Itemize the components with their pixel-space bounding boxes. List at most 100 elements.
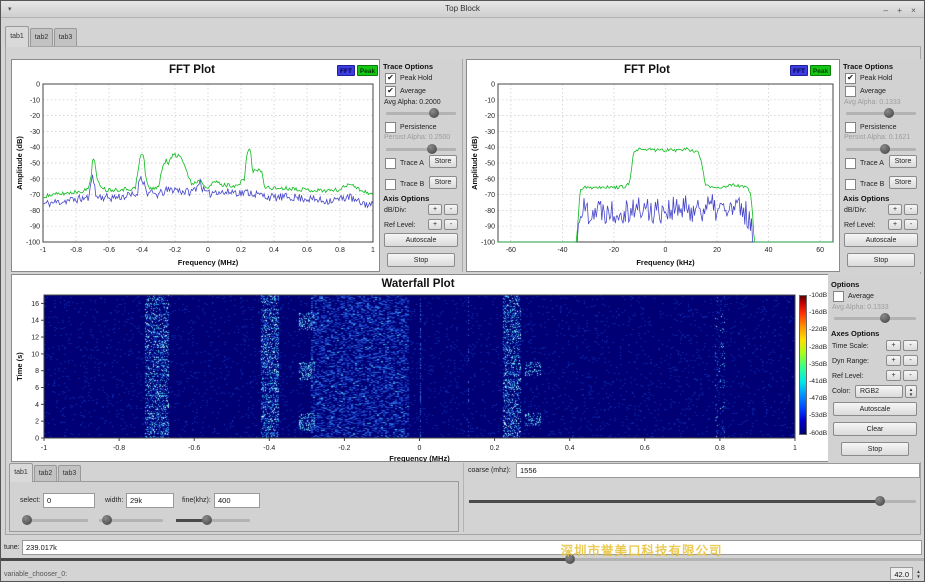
stop-button[interactable]: Stop xyxy=(847,253,915,267)
trace-b-store-button[interactable]: Store xyxy=(889,176,917,189)
svg-text:0.8: 0.8 xyxy=(335,247,345,254)
maximize-button[interactable]: + xyxy=(897,5,902,15)
trace-a-row: Trace A xyxy=(385,158,424,169)
db-div-label: dB/Div: xyxy=(384,207,407,214)
svg-text:14: 14 xyxy=(31,318,39,325)
ref-level-minus-button[interactable]: - xyxy=(903,370,918,381)
svg-text:0.2: 0.2 xyxy=(490,445,500,452)
tab-tab3[interactable]: tab3 xyxy=(54,28,77,47)
svg-text:-30: -30 xyxy=(30,129,40,136)
spin-down-icon[interactable]: ▼ xyxy=(909,392,913,397)
persist-alpha-slider[interactable] xyxy=(846,144,916,154)
average-row: Average xyxy=(833,291,874,302)
ref-level-minus-button[interactable]: - xyxy=(444,219,458,230)
peak-hold-checkbox[interactable]: ✔ xyxy=(385,73,396,84)
splitter-divider[interactable] xyxy=(463,463,464,532)
average-checkbox[interactable] xyxy=(845,86,856,97)
avg-alpha-slider[interactable] xyxy=(846,108,916,118)
coarse-input[interactable]: 1556 xyxy=(516,463,920,478)
db-div-minus-button[interactable]: - xyxy=(904,204,918,215)
window-menu-icon[interactable]: ▾ xyxy=(8,1,12,18)
svg-text:-20: -20 xyxy=(30,113,40,120)
autoscale-button[interactable]: Autoscale xyxy=(844,233,918,247)
average-checkbox[interactable]: ✔ xyxy=(385,86,396,97)
peak-trace-toggle[interactable]: Peak xyxy=(810,65,831,76)
stop-button[interactable]: Stop xyxy=(387,253,455,267)
persistence-checkbox[interactable] xyxy=(385,122,396,133)
ref-level-plus-button[interactable]: + xyxy=(428,219,442,230)
fine-input[interactable]: 400 xyxy=(214,493,260,508)
variable-chooser-spinbox[interactable]: 42.0 xyxy=(890,567,913,580)
bottom-tab-tab3[interactable]: tab3 xyxy=(58,465,81,482)
db-div-minus-button[interactable]: - xyxy=(444,204,458,215)
db-div-plus-button[interactable]: + xyxy=(428,204,442,215)
color-dropdown[interactable]: RGB2 xyxy=(855,385,903,398)
ref-level-minus-button[interactable]: - xyxy=(904,219,918,230)
dyn-range-minus-button[interactable]: - xyxy=(903,355,918,366)
stop-button[interactable]: Stop xyxy=(841,442,909,456)
minimize-button[interactable]: – xyxy=(883,5,888,15)
persistence-checkbox[interactable] xyxy=(845,122,856,133)
color-spinner[interactable]: ▲ ▼ xyxy=(905,385,917,398)
colorbar xyxy=(799,295,807,435)
average-checkbox[interactable] xyxy=(833,291,844,302)
persist-alpha-slider[interactable] xyxy=(386,144,456,154)
axes-options-header: Axes Options xyxy=(831,329,879,338)
db-div-plus-button[interactable]: + xyxy=(888,204,902,215)
fine-slider[interactable] xyxy=(176,515,250,525)
peak-hold-checkbox[interactable]: ✔ xyxy=(845,73,856,84)
color-label: Color: xyxy=(832,388,851,395)
clear-button[interactable]: Clear xyxy=(833,422,917,436)
trace-b-store-button[interactable]: Store xyxy=(429,176,457,189)
select-slider[interactable] xyxy=(24,515,88,525)
axis-options-header: Axis Options xyxy=(383,194,429,203)
svg-text:1: 1 xyxy=(371,247,375,254)
average-label: Average xyxy=(848,293,874,300)
trace-b-checkbox[interactable] xyxy=(845,179,856,190)
tab-tab2[interactable]: tab2 xyxy=(30,28,53,47)
tune-input[interactable]: 239.017k xyxy=(22,540,922,555)
avg-alpha-label: Avg Alpha: 0.2000 xyxy=(384,99,441,106)
bottom-tab-tab1[interactable]: tab1 xyxy=(9,463,33,482)
fft-trace-toggle[interactable]: FFT xyxy=(337,65,355,76)
tune-slider[interactable] xyxy=(1,554,925,564)
autoscale-button[interactable]: Autoscale xyxy=(384,233,458,247)
avg-alpha-slider[interactable] xyxy=(834,313,916,323)
time-scale-plus-button[interactable]: + xyxy=(886,340,901,351)
svg-text:-70: -70 xyxy=(485,192,495,199)
svg-text:-40: -40 xyxy=(30,145,40,152)
select-input[interactable]: 0 xyxy=(43,493,95,508)
colorbar-label: -60dB xyxy=(809,430,827,437)
close-button[interactable]: × xyxy=(911,5,916,15)
avg-alpha-slider[interactable] xyxy=(386,108,456,118)
peak-trace-toggle[interactable]: Peak xyxy=(357,65,378,76)
fft-trace-toggle[interactable]: FFT xyxy=(790,65,808,76)
svg-text:0: 0 xyxy=(664,247,668,254)
svg-text:0.6: 0.6 xyxy=(640,445,650,452)
spin-down-icon[interactable]: ▼ xyxy=(916,574,920,579)
ref-level-plus-button[interactable]: + xyxy=(886,370,901,381)
tab-tab1[interactable]: tab1 xyxy=(5,26,29,47)
width-input[interactable]: 29k xyxy=(126,493,174,508)
dyn-range-plus-button[interactable]: + xyxy=(886,355,901,366)
autoscale-button[interactable]: Autoscale xyxy=(833,402,917,416)
fft-plot-left: FFT Plot FFT Peak -1-0.8-0.6-0.4-0.200.2… xyxy=(11,59,380,272)
waterfall-title: Waterfall Plot xyxy=(23,278,813,290)
peak-hold-label: Peak Hold xyxy=(400,75,432,82)
trace-a-store-button[interactable]: Store xyxy=(889,155,917,168)
tune-label: tune: xyxy=(4,544,20,551)
time-scale-minus-button[interactable]: - xyxy=(903,340,918,351)
trace-b-checkbox[interactable] xyxy=(385,179,396,190)
variable-chooser-spinner[interactable]: ▲ ▼ xyxy=(914,567,923,580)
trace-a-checkbox[interactable] xyxy=(385,158,396,169)
ref-level-label: Ref Level: xyxy=(384,222,416,229)
trace-a-checkbox[interactable] xyxy=(845,158,856,169)
bottom-tab-tab2[interactable]: tab2 xyxy=(34,465,57,482)
coarse-slider[interactable] xyxy=(469,496,916,506)
width-slider[interactable] xyxy=(99,515,163,525)
peak-hold-label: Peak Hold xyxy=(860,75,892,82)
ref-level-plus-button[interactable]: + xyxy=(888,219,902,230)
trace-b-label: Trace B xyxy=(860,181,884,188)
svg-text:0: 0 xyxy=(35,436,39,443)
trace-a-store-button[interactable]: Store xyxy=(429,155,457,168)
